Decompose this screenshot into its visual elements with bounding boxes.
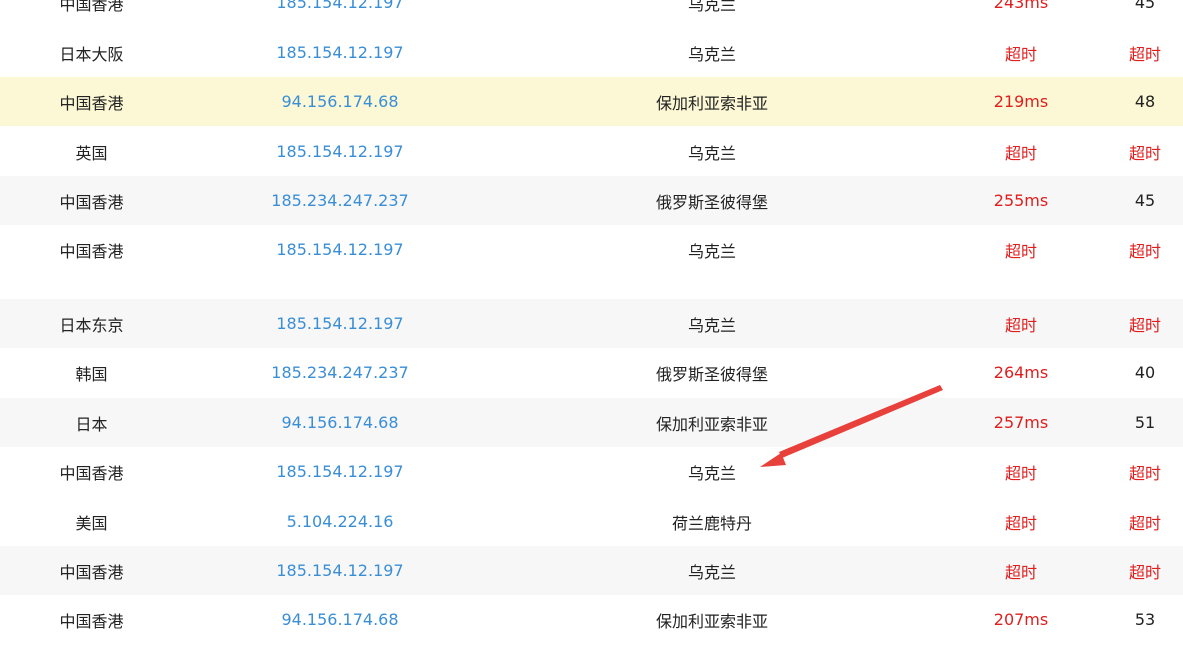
probe-location: 中国香港 [59, 611, 124, 631]
table-row: 日本大阪 185.154.12.197 乌克兰 超时 超时 [0, 28, 1183, 77]
table-row: 中国香港 185.154.12.197 乌克兰 超时 超时 [0, 447, 1183, 496]
probe-location: 中国香港 [59, 463, 124, 483]
latency-value: 207ms [993, 610, 1049, 629]
latency-value: 超时 [1004, 44, 1037, 64]
latency-value: 219ms [993, 92, 1049, 111]
hop-count: 53 [1134, 610, 1156, 629]
hop-count: 40 [1134, 363, 1156, 382]
table-row: 美国 5.104.224.16 荷兰鹿特丹 超时 超时 [0, 497, 1183, 546]
probe-location: 英国 [75, 143, 108, 163]
hop-count: 超时 [1128, 241, 1161, 261]
table-row: 韩国 185.234.247.237 俄罗斯圣彼得堡 264ms 40 [0, 348, 1183, 397]
ip-geolocation: 乌克兰 [687, 44, 736, 64]
hop-count: 45 [1134, 191, 1156, 210]
ip-geolocation: 乌克兰 [687, 315, 736, 335]
ip-geolocation: 乌克兰 [687, 463, 736, 483]
hop-count: 超时 [1128, 562, 1161, 582]
hop-count: 超时 [1128, 463, 1161, 483]
probe-location: 日本东京 [59, 315, 124, 335]
table-row: 日本东京 185.154.12.197 乌克兰 超时 超时 [0, 299, 1183, 348]
table-row: 中国香港 94.156.174.68 保加利亚索非亚 219ms 48 [0, 77, 1183, 126]
latency-value: 超时 [1004, 463, 1037, 483]
target-ip-link[interactable]: 94.156.174.68 [240, 398, 440, 447]
hop-count: 超时 [1128, 143, 1161, 163]
hop-count: 超时 [1128, 513, 1161, 533]
target-ip-link[interactable]: 185.154.12.197 [240, 299, 440, 348]
ip-geolocation: 荷兰鹿特丹 [671, 513, 752, 533]
ip-geolocation: 保加利亚索非亚 [655, 611, 768, 631]
probe-location: 韩国 [75, 364, 108, 384]
ip-geolocation: 俄罗斯圣彼得堡 [655, 192, 768, 212]
latency-value: 超时 [1004, 513, 1037, 533]
ip-geolocation: 俄罗斯圣彼得堡 [655, 364, 768, 384]
latency-value: 255ms [993, 191, 1049, 210]
ip-geolocation: 乌克兰 [687, 562, 736, 582]
target-ip-link[interactable]: 185.154.12.197 [240, 0, 440, 27]
table-row: 日本 94.156.174.68 保加利亚索非亚 257ms 51 [0, 398, 1183, 447]
latency-value: 超时 [1004, 143, 1037, 163]
target-ip-link[interactable]: 185.154.12.197 [240, 447, 440, 496]
probe-location: 日本大阪 [59, 44, 124, 64]
probe-location: 日本 [75, 414, 108, 434]
hop-count: 48 [1134, 92, 1156, 111]
table-row: 中国香港 185.154.12.197 乌克兰 243ms 45 [0, 0, 1183, 27]
ip-geolocation: 乌克兰 [687, 241, 736, 261]
latency-value: 243ms [993, 0, 1049, 12]
target-ip-link[interactable]: 5.104.224.16 [240, 497, 440, 546]
probe-location: 美国 [75, 513, 108, 533]
hop-count: 45 [1134, 0, 1156, 12]
table-row: 中国香港 94.156.174.68 保加利亚索非亚 207ms 53 [0, 595, 1183, 644]
latency-value: 264ms [993, 363, 1049, 382]
target-ip-link[interactable]: 94.156.174.68 [240, 77, 440, 126]
hop-count: 51 [1134, 413, 1156, 432]
probe-location: 中国香港 [59, 0, 124, 14]
probe-location: 中国香港 [59, 192, 124, 212]
probe-location: 中国香港 [59, 241, 124, 261]
table-row: 中国香港 185.154.12.197 乌克兰 超时 超时 [0, 546, 1183, 595]
table-row: 英国 185.154.12.197 乌克兰 超时 超时 [0, 127, 1183, 176]
target-ip-link[interactable]: 185.234.247.237 [240, 348, 440, 397]
probe-location: 中国香港 [59, 93, 124, 113]
probe-location: 中国香港 [59, 562, 124, 582]
target-ip-link[interactable]: 185.154.12.197 [240, 28, 440, 77]
table-row: 中国香港 185.234.247.237 俄罗斯圣彼得堡 255ms 45 [0, 176, 1183, 225]
ip-geolocation: 乌克兰 [687, 0, 736, 14]
row-spacer [0, 274, 1183, 299]
latency-value: 超时 [1004, 241, 1037, 261]
target-ip-link[interactable]: 94.156.174.68 [240, 595, 440, 644]
target-ip-link[interactable]: 185.234.247.237 [240, 176, 440, 225]
ip-geolocation: 保加利亚索非亚 [655, 93, 768, 113]
ip-geolocation: 保加利亚索非亚 [655, 414, 768, 434]
ip-geolocation: 乌克兰 [687, 143, 736, 163]
target-ip-link[interactable]: 185.154.12.197 [240, 546, 440, 595]
target-ip-link[interactable]: 185.154.12.197 [240, 225, 440, 274]
latency-value: 超时 [1004, 562, 1037, 582]
hop-count: 超时 [1128, 315, 1161, 335]
latency-value: 257ms [993, 413, 1049, 432]
latency-value: 超时 [1004, 315, 1037, 335]
hop-count: 超时 [1128, 44, 1161, 64]
table-row: 中国香港 185.154.12.197 乌克兰 超时 超时 [0, 225, 1183, 274]
target-ip-link[interactable]: 185.154.12.197 [240, 127, 440, 176]
